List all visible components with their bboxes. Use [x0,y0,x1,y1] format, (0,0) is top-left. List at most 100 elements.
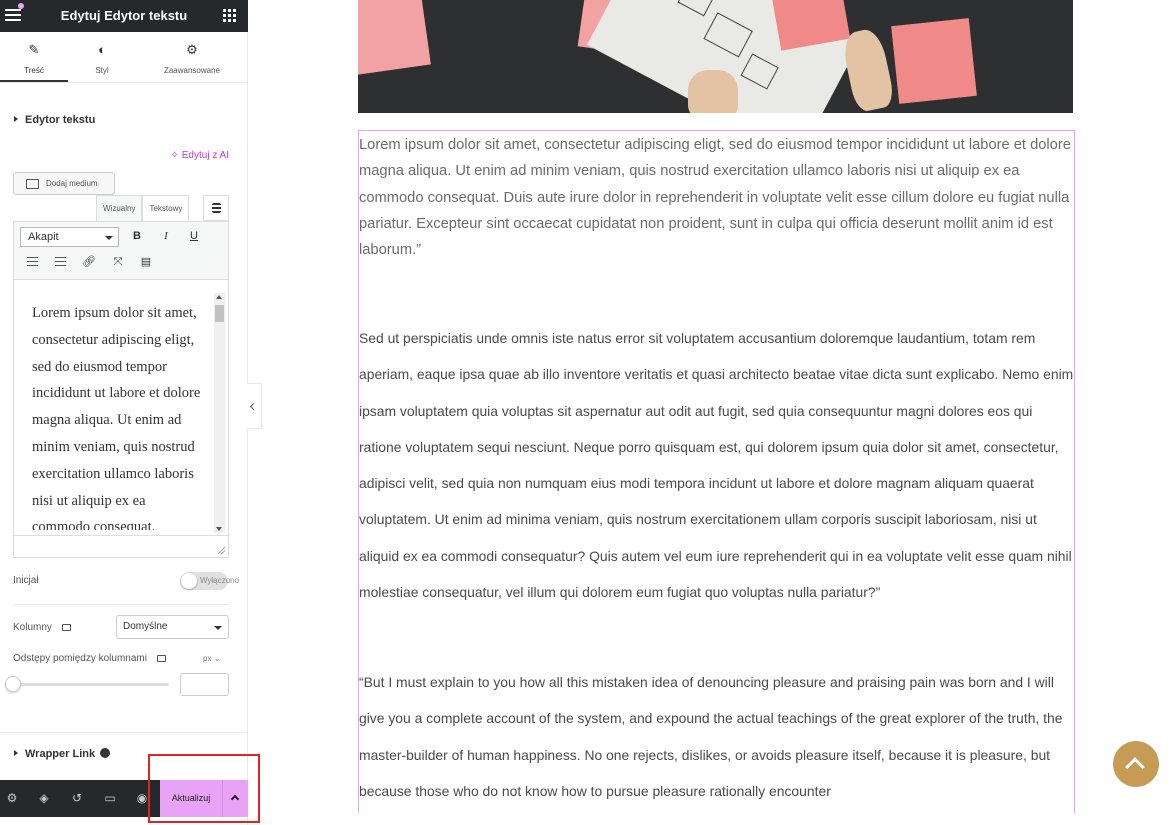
unit-select-value: px [203,654,212,663]
columns-label-text: Kolumny [13,622,52,633]
mode-text-tab[interactable]: Tekstowy [142,195,190,221]
update-button[interactable]: Aktualizuj [160,780,222,817]
collapse-panel-button[interactable] [247,383,262,429]
underline-button[interactable]: U [185,227,203,245]
fullscreen-icon: ⤧ [113,256,123,268]
add-media-button[interactable]: Dodaj medium [13,172,115,195]
toolbar-toggle-button[interactable]: ▤ [137,253,155,271]
column-gap-input[interactable] [180,673,229,696]
desktop-icon[interactable] [61,624,71,631]
panel-title: Edytuj Edytor tekstu [60,8,188,23]
section-wrapper-link-toggle[interactable]: Wrapper Link [14,748,111,760]
columns-select-value: Domyślne [123,621,168,632]
tab-style-label: Styl [95,66,109,75]
link-icon: 🔗︎ [82,256,96,268]
hero-decoration [703,12,753,58]
section-editor-title: Edytor tekstu [25,114,96,126]
editor-mode-tabs: Wizualny Tekstowy [96,195,190,221]
wrapper-link-title: Wrapper Link [25,748,96,760]
mode-visual-tab[interactable]: Wizualny [96,195,143,221]
dynamic-tags-button[interactable] [203,195,229,221]
caret-right-icon [14,116,18,123]
column-gap-slider[interactable] [13,683,169,686]
chevron-left-icon [249,402,258,411]
editor-text[interactable]: Lorem ipsum dolor sit amet, consectetur … [32,300,204,530]
paragraph-1: Lorem ipsum dolor sit amet, consectetur … [359,137,1071,259]
unit-select[interactable]: px ⌄ [203,654,220,663]
edit-with-ai-button[interactable]: ✧ Edytuj z AI [171,150,229,161]
chevron-down-icon [105,236,113,240]
tab-advanced[interactable]: ⚙ Zaawansowane [136,32,248,82]
tab-advanced-label: Zaawansowane [163,66,221,75]
hero-decoration [840,26,896,113]
hero-decoration [740,53,779,90]
format-select[interactable]: Akapit [20,227,119,247]
chevron-down-icon: ⌄ [213,654,221,663]
scroll-up-icon[interactable] [216,295,222,299]
hero-decoration [677,0,714,17]
settings-gear-icon[interactable]: ⚙ [5,791,19,805]
link-button[interactable]: 🔗︎ [80,253,98,271]
gear-icon: ⚙ [186,42,198,57]
paragraph-2: Sed ut perspiciatis unde omnis iste natu… [359,330,1074,601]
database-icon [211,203,221,213]
globe-icon [100,748,111,759]
column-gap-label: Odstępy pomiędzy kolumnami [13,653,166,664]
desktop-icon[interactable] [156,655,166,662]
preview-eye-icon[interactable]: ◉ [135,791,149,805]
editor-content-area[interactable]: Lorem ipsum dolor sit amet, consectetur … [13,280,229,558]
tab-style[interactable]: ◐ Styl [68,32,136,82]
responsive-mode-icon[interactable]: ▭ [103,791,117,805]
tab-content[interactable]: ✎ Treść [0,32,68,82]
layers-icon[interactable]: ◈ [37,791,51,805]
panel-footer: ⚙ ◈ ↺ ▭ ◉ Aktualizuj [0,780,248,817]
dropcap-toggle[interactable]: Wyłączono [180,572,239,590]
column-gap-label-text: Odstępy pomiędzy kolumnami [13,653,147,664]
italic-button[interactable]: I [157,227,175,245]
hero-image [358,0,1073,113]
caret-right-icon [14,750,18,757]
sparkle-icon: ✧ [170,150,179,161]
widgets-grid-icon[interactable] [223,9,236,22]
numbered-list-button[interactable] [51,253,69,271]
columns-select[interactable]: Domyślne [116,615,229,639]
half-circle-icon: ◐ [98,42,106,57]
hero-decoration [688,70,738,113]
columns-label: Kolumny [13,622,71,633]
chevron-up-icon [230,794,240,804]
tab-content-label: Treść [24,66,44,75]
scroll-thumb[interactable] [215,305,224,322]
editor-toolbar: Akapit B I U 🔗︎ ⤧ ▤ [13,221,229,280]
chevron-down-icon [214,626,222,630]
history-icon[interactable]: ↺ [70,791,84,805]
scroll-down-icon[interactable] [216,527,222,531]
editor-scrollbar[interactable] [214,293,225,533]
resize-grip-icon[interactable] [218,547,225,554]
edit-with-ai-label: Edytuj z AI [181,150,229,161]
slider-handle[interactable] [5,676,21,692]
app-root: Edytuj Edytor tekstu ✎ Treść ◐ Styl ⚙ Za… [0,0,1173,825]
dropcap-label: Inicjał [13,575,39,586]
editor-panel: Edytuj Edytor tekstu ✎ Treść ◐ Styl ⚙ Za… [0,0,248,825]
numbered-list-icon [54,257,66,266]
scroll-to-top-button[interactable] [1113,741,1159,787]
hero-decoration [891,18,977,104]
chevron-up-icon [1125,757,1145,777]
hero-decoration [358,0,431,75]
panel-header: Edytuj Edytor tekstu [0,0,248,32]
section-editor-toggle[interactable]: Edytor tekstu [14,114,95,126]
panel-tabs: ✎ Treść ◐ Styl ⚙ Zaawansowane [0,32,248,83]
publish-options-button[interactable] [222,780,248,817]
paragraph-3: “But I must explain to you how all this … [359,674,1063,799]
bold-button[interactable]: B [128,227,146,245]
pencil-icon: ✎ [28,42,40,57]
divider [13,604,229,605]
fullscreen-button[interactable]: ⤧ [109,253,127,271]
format-select-value: Akapit [28,231,59,243]
keyboard-icon: ▤ [140,256,152,268]
text-editor-widget[interactable]: Lorem ipsum dolor sit amet, consectetur … [358,130,1075,813]
toggle-knob [181,573,197,589]
add-media-label: Dodaj medium [46,179,98,188]
bullet-list-button[interactable] [23,253,41,271]
editor-status-bar [14,535,228,557]
